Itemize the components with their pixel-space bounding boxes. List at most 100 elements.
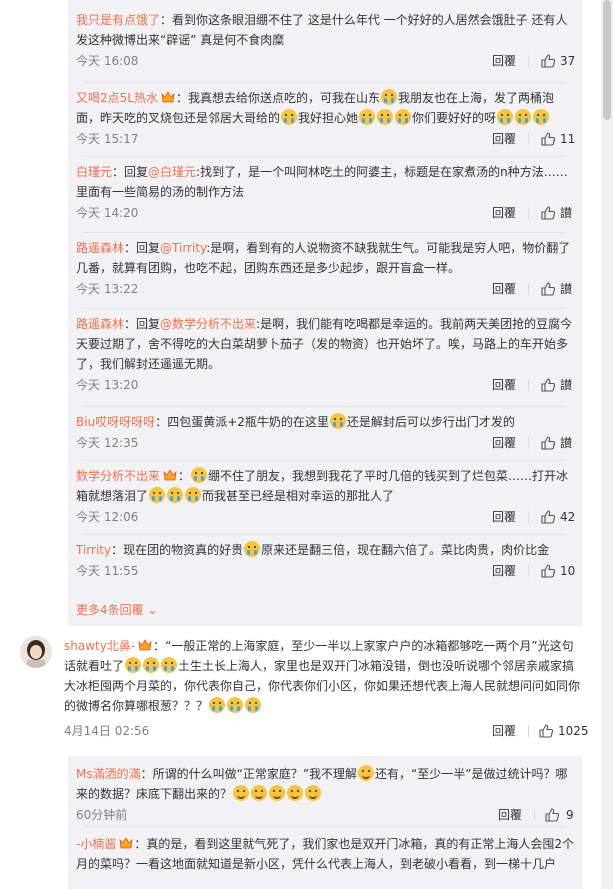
thumbs-up-icon[interactable] [540,509,556,525]
username-link[interactable]: 又喝2点5L热水 [76,91,158,105]
comment-text: 原来还是翻三倍，现在翻六倍了。菜比肉贵，肉价比金 [261,543,550,557]
reply-divider [84,460,566,461]
reply-button[interactable]: 回覆 [492,50,516,72]
comment-text: ：回复 [112,165,149,179]
divider [528,207,529,219]
divider [528,133,529,145]
smile-emoji-icon [233,785,250,801]
comment-meta: 今天 16:08 回覆 37 [76,50,576,72]
divider [534,809,535,821]
reply-button[interactable]: 回覆 [492,374,516,396]
reply-thread: Ms滿洒的滿：所谓的什么叫做“正常家庭？”我不理解 还有，“至少一半”是做过统计吗… [68,756,582,889]
username-link[interactable]: 数学分析不出来 [76,469,160,483]
crying-emoji-icon [185,487,202,503]
crying-emoji-icon [161,657,178,673]
crying-emoji-icon [380,89,397,105]
mention-link[interactable]: @白瑾元 [148,165,196,179]
avatar[interactable] [20,636,52,668]
reply-divider [84,406,566,407]
timestamp: 60分钟前 [76,808,128,822]
crying-emoji-icon [497,109,514,125]
timestamp: 今天 14:20 [76,206,139,220]
reply-button[interactable]: 回覆 [492,278,516,300]
crying-emoji-icon [329,413,346,429]
timestamp: 今天 15:17 [76,132,139,146]
like-count: 37 [560,54,576,68]
thumbs-up-icon[interactable] [540,131,556,147]
username-link[interactable]: shawty北鼻- [64,639,135,653]
comment-text: 土生土长上海人，家里也是双开门冰箱没错，倒也没听说哪个邻居亲戚家搞大冰柜囤两个月… [64,659,581,713]
reply-content: 路遥森林：回复@Tirrity:是啊，看到有的人说物资不缺我就生气。可能我是穷人… [76,238,574,278]
username-link[interactable]: 路遥森林 [76,317,124,331]
divider [528,725,529,737]
comment-text: ：四包蛋黄派+2瓶牛奶的在这里 [155,415,329,429]
reply-button[interactable]: 回覆 [492,202,516,224]
timestamp: 4月14日 02:56 [64,724,150,738]
thumbs-up-icon[interactable] [540,377,556,393]
reply-content: 白瑾元：回复@白瑾元:找到了，是一个叫阿林吃土的阿婆主，标题是在家煮汤的n种方法… [76,162,574,202]
comment-text: ：回复 [124,317,161,331]
thumbs-up-icon[interactable] [544,807,560,823]
username-link[interactable]: 路遥森林 [76,241,124,255]
reply-content: 路遥森林：回复@数学分析不出来:是啊，我们能有吃喝都是幸运的。我前两天美团抢的豆… [76,314,574,374]
thumbs-up-icon[interactable] [540,435,556,451]
scrollbar-thumb[interactable] [603,0,611,120]
reply-divider [84,156,566,157]
more-replies-link[interactable]: 更多4条回覆 ⌄ [68,600,166,620]
reply-divider [84,82,566,83]
reply-button[interactable]: 回覆 [492,720,516,742]
reply-item: 又喝2点5L热水 ：我真想去给你送点吃的，可我在山东 我朋友也在上海，发了两桶泡面，… [68,88,582,150]
username-link[interactable]: -小楠酱 [76,837,116,851]
thumbs-up-icon[interactable] [540,205,556,221]
thumbs-up-icon[interactable] [538,723,554,739]
mention-link[interactable]: @Tirrity [160,241,206,255]
reply-button[interactable]: 回覆 [498,804,522,826]
reply-content: 数学分析不出来：绷不住了朋友，我想到我花了平时几倍的钱买到了烂包菜……打开冰箱就… [76,466,574,506]
thumbs-up-icon[interactable] [540,53,556,69]
username-link[interactable]: Ms滿洒的滿 [76,767,141,781]
more-replies-label: 更多4条回覆 [76,603,144,617]
crying-emoji-icon [167,487,184,503]
username-link[interactable]: Biu哎呀呀呀呀 [76,415,155,429]
reply-thread: 我只是有点饿了：看到你这条眼泪绷不住了 这是什么年代 一个好好的人居然会饿肚子 … [68,0,582,626]
thumbs-up-icon[interactable] [540,281,556,297]
timestamp: 今天 12:06 [76,510,139,524]
crying-emoji-icon [533,109,550,125]
scrollbar[interactable] [601,0,613,889]
like-count: 42 [560,510,576,524]
reply-button[interactable]: 回覆 [492,560,516,582]
reply-item: 路遥森林：回复@Tirrity:是啊，看到有的人说物资不缺我就生气。可能我是穷人… [68,238,582,300]
thumbs-up-icon[interactable] [540,563,556,579]
like-count: 9 [566,808,574,822]
crying-emoji-icon [143,657,160,673]
timestamp: 今天 12:35 [76,436,139,450]
username-link[interactable]: Tirrity [76,543,111,557]
reply-divider [84,232,566,233]
timestamp: 今天 16:08 [76,54,139,68]
comment-text: ：真的是，看到这里就气死了，我们家也是双开门冰箱，真的有正常上海人会囤2个月的菜… [76,837,574,871]
reply-content: Biu哎呀呀呀呀：四包蛋黄派+2瓶牛奶的在这里 还是解封后可以步行出门才发的 [76,412,574,432]
vip-badge-icon [160,90,176,104]
username-link[interactable]: 我只是有点饿了 [76,13,160,27]
reply-divider [84,534,566,535]
reply-button[interactable]: 回覆 [492,506,516,528]
smile-emoji-icon [269,785,286,801]
reply-button[interactable]: 回覆 [492,432,516,454]
crying-emoji-icon [395,109,412,125]
divider [528,511,529,523]
comment-meta: 今天 13:20 回覆 讃 [76,374,574,396]
reply-content: Tirrity：现在团的物资真的好贵 原来还是翻三倍，现在翻六倍了。菜比肉贵，肉价… [76,540,574,560]
username-link[interactable]: 白瑾元 [76,165,112,179]
smile-emoji-icon [287,785,304,801]
reply-item: 白瑾元：回复@白瑾元:找到了，是一个叫阿林吃土的阿婆主，标题是在家煮汤的n种方法… [68,162,582,224]
crying-emoji-icon [227,697,244,713]
timestamp: 今天 13:22 [76,282,139,296]
reply-item: 数学分析不出来：绷不住了朋友，我想到我花了平时几倍的钱买到了烂包菜……打开冰箱就… [68,466,582,528]
crying-emoji-icon [125,657,142,673]
reply-button[interactable]: 回覆 [492,128,516,150]
reply-divider [84,308,566,309]
mention-link[interactable]: @数学分析不出来 [160,317,256,331]
reply-content: -小楠酱 ：真的是，看到这里就气死了，我们家也是双开门冰箱，真的有正常上海人会囤2… [76,834,574,874]
comment-text: ：回复 [124,241,161,255]
divider [528,437,529,449]
